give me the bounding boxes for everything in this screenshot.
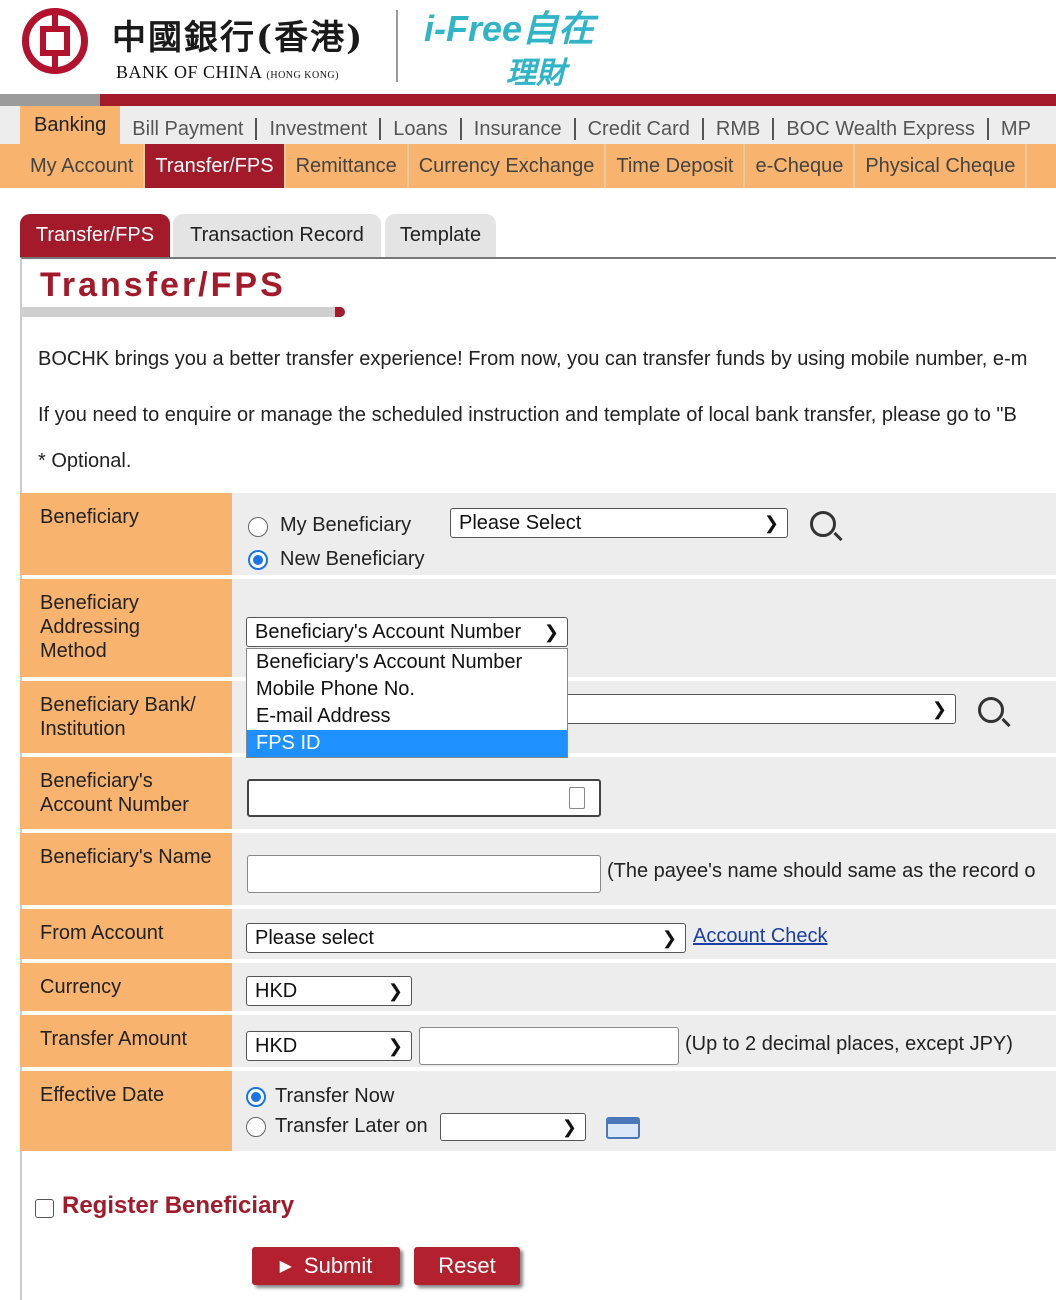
chevron-down-icon: ❯ xyxy=(543,621,559,642)
logo-bar-top xyxy=(52,13,58,27)
chevron-down-icon: ❯ xyxy=(931,698,947,719)
nav-insurance[interactable]: Insurance xyxy=(462,118,576,140)
option-mobile-phone[interactable]: Mobile Phone No. xyxy=(247,676,567,703)
logo-square xyxy=(40,26,70,56)
effective-date-field xyxy=(232,1071,1056,1151)
transfer-now-label: Transfer Now xyxy=(275,1085,395,1107)
chevron-down-icon: ❯ xyxy=(387,1035,403,1056)
addressing-method-value: Beneficiary's Account Number xyxy=(255,620,522,643)
bank-name-en-text: BANK OF CHINA xyxy=(116,62,262,82)
my-beneficiary-select[interactable]: Please Select ❯ xyxy=(450,508,788,538)
title-underline xyxy=(20,307,338,317)
account-number-label: Beneficiary's Account Number xyxy=(20,757,232,829)
option-email-address[interactable]: E-mail Address xyxy=(247,703,567,730)
radio-transfer-later[interactable] xyxy=(246,1117,266,1137)
bank-logo xyxy=(22,8,88,74)
chevron-down-icon: ❯ xyxy=(763,512,779,533)
play-icon: ▶ xyxy=(279,1258,292,1275)
chevron-down-icon: ❯ xyxy=(387,980,403,1001)
account-check-link[interactable]: Account Check xyxy=(693,925,828,948)
beneficiary-label: Beneficiary xyxy=(20,493,232,575)
subnav-transfer-fps[interactable]: Transfer/FPS xyxy=(145,144,286,188)
nav-boc-wealth-express[interactable]: BOC Wealth Express xyxy=(774,118,989,140)
from-account-label: From Account xyxy=(20,909,232,959)
bank-search-icon[interactable] xyxy=(978,697,1004,723)
my-beneficiary-select-value: Please Select xyxy=(459,511,582,534)
search-icon[interactable] xyxy=(810,511,836,537)
nav-rmb[interactable]: RMB xyxy=(704,118,775,140)
page-title: Transfer/FPS xyxy=(40,266,286,304)
register-beneficiary-label: Register Beneficiary xyxy=(62,1192,295,1219)
nav-credit-card[interactable]: Credit Card xyxy=(576,118,704,140)
addressing-method-label: Beneficiary Addressing Method xyxy=(20,579,232,677)
radio-transfer-now[interactable] xyxy=(246,1087,266,1107)
ifree-brand: i-Free xyxy=(424,8,523,49)
beneficiary-name-input[interactable] xyxy=(247,855,601,893)
nav-bill-payment[interactable]: Bill Payment xyxy=(120,118,258,140)
addressing-method-dropdown: Beneficiary's Account Number Mobile Phon… xyxy=(246,648,568,758)
transfer-amount-input[interactable] xyxy=(419,1027,679,1065)
subnav-e-cheque[interactable]: e-Cheque xyxy=(745,144,856,188)
bank-institution-label: Beneficiary Bank/ Institution xyxy=(20,681,232,753)
radio-my-beneficiary[interactable] xyxy=(248,517,268,537)
currency-select[interactable]: HKD ❯ xyxy=(246,976,412,1006)
title-underline-dot xyxy=(335,307,345,317)
effective-date-label: Effective Date xyxy=(20,1071,232,1151)
ifree-cn-top: 自在 xyxy=(522,8,595,49)
tab-transaction-record[interactable]: Transaction Record xyxy=(173,214,381,257)
option-account-number[interactable]: Beneficiary's Account Number xyxy=(247,649,567,676)
nav-loans[interactable]: Loans xyxy=(381,118,462,140)
subnav-my-account[interactable]: My Account xyxy=(20,144,146,188)
nav-mp[interactable]: MP xyxy=(989,118,1043,140)
tab-transfer-fps[interactable]: Transfer/FPS xyxy=(20,214,170,257)
primary-nav: Banking Bill Payment Investment Loans In… xyxy=(0,106,1056,144)
currency-value: HKD xyxy=(255,979,298,1002)
register-beneficiary-checkbox[interactable] xyxy=(35,1199,54,1218)
bank-name-chinese: 中國銀行(香港) xyxy=(112,18,365,58)
logo-bar-bottom xyxy=(52,55,58,69)
option-fps-id[interactable]: FPS ID xyxy=(247,730,567,757)
new-beneficiary-label: New Beneficiary xyxy=(280,548,425,570)
addressing-method-select[interactable]: Beneficiary's Account Number ❯ xyxy=(246,617,568,647)
bank-name-english: BANK OF CHINA (HONG KONG) xyxy=(116,62,339,83)
amount-currency-select[interactable]: HKD ❯ xyxy=(246,1031,412,1061)
optional-note: * Optional. xyxy=(38,450,132,472)
submit-button[interactable]: ▶ Submit xyxy=(252,1247,400,1285)
nav-investment[interactable]: Investment xyxy=(257,118,382,140)
beneficiary-name-label: Beneficiary's Name xyxy=(20,833,232,905)
intro-line-2: If you need to enquire or manage the sch… xyxy=(38,404,1017,426)
top-bar xyxy=(0,94,1056,106)
transfer-later-label: Transfer Later on xyxy=(275,1115,428,1137)
calendar-icon[interactable] xyxy=(606,1117,640,1139)
amount-currency-value: HKD xyxy=(255,1034,298,1057)
account-number-input[interactable] xyxy=(247,779,601,817)
tab-template[interactable]: Template xyxy=(385,214,496,257)
transfer-amount-label: Transfer Amount xyxy=(20,1015,232,1067)
from-account-select[interactable]: Please select ❯ xyxy=(246,923,686,953)
radio-new-beneficiary[interactable] xyxy=(248,550,268,570)
subnav-physical-cheque[interactable]: Physical Cheque xyxy=(855,144,1028,188)
bank-name-en-suffix: (HONG KONG) xyxy=(266,70,339,81)
keyboard-icon[interactable] xyxy=(569,787,585,809)
chevron-down-icon: ❯ xyxy=(661,927,677,948)
chevron-down-icon: ❯ xyxy=(561,1116,577,1137)
intro-line-1: BOCHK brings you a better transfer exper… xyxy=(38,348,1028,370)
submit-label: Submit xyxy=(303,1253,373,1278)
subnav-remittance[interactable]: Remittance xyxy=(286,144,409,188)
from-account-value: Please select xyxy=(255,926,374,949)
my-beneficiary-label: My Beneficiary xyxy=(280,514,412,536)
ifree-logo: i-Free自在 xyxy=(424,11,594,47)
nav-banking[interactable]: Banking xyxy=(20,106,121,144)
secondary-nav: My Account Transfer/FPS Remittance Curre… xyxy=(0,144,1056,188)
subnav-time-deposit[interactable]: Time Deposit xyxy=(606,144,746,188)
transfer-date-select[interactable]: ❯ xyxy=(440,1113,586,1141)
subnav-currency-exchange[interactable]: Currency Exchange xyxy=(409,144,607,188)
currency-label: Currency xyxy=(20,963,232,1011)
beneficiary-name-hint: (The payee's name should same as the rec… xyxy=(607,860,1036,882)
header-divider xyxy=(396,10,398,82)
transfer-amount-hint: (Up to 2 decimal places, except JPY) xyxy=(685,1033,1013,1055)
reset-button[interactable]: Reset xyxy=(414,1247,520,1285)
ifree-logo-bottom: 理財 xyxy=(506,57,566,90)
